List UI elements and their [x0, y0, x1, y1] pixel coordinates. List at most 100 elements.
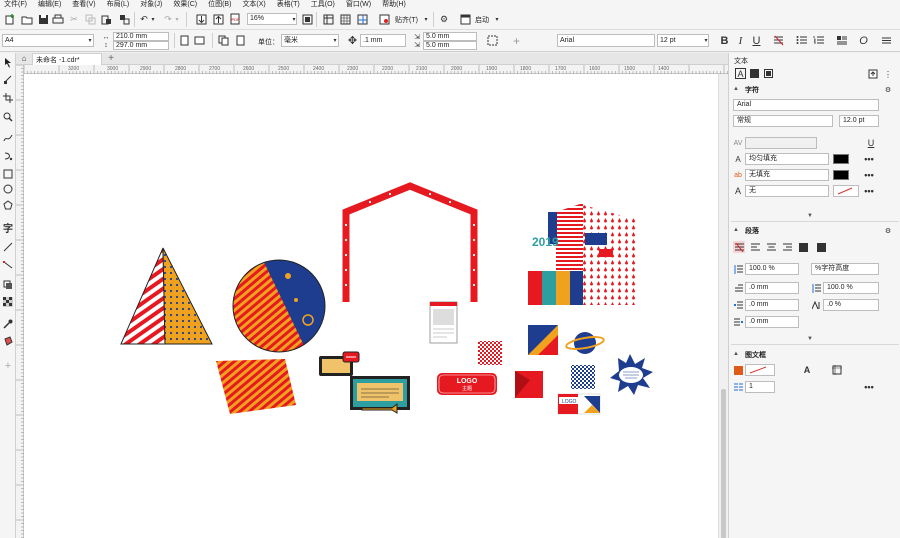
page-size-dropdown-icon[interactable]: ▾ [86, 35, 94, 46]
zoom-tool-icon[interactable] [0, 110, 16, 124]
house-pattern-composition[interactable]: 2019 [528, 203, 638, 305]
frame-more-icon[interactable]: ••• [863, 381, 875, 393]
smart-drawing-tool-icon[interactable] [0, 149, 16, 163]
frame-resize-icon[interactable] [831, 364, 843, 376]
page-height-field[interactable]: 297.0 mm [113, 41, 169, 50]
options-gear-icon[interactable]: ⚙ [437, 12, 451, 26]
align-center-icon[interactable] [765, 241, 777, 253]
home-icon[interactable]: ⌂ [18, 53, 30, 64]
fill-color-swatch[interactable] [833, 154, 849, 164]
char-spacing-field[interactable]: .0 % [823, 299, 879, 311]
left-indent-field[interactable]: .0 mm [745, 299, 799, 311]
poster-mockup[interactable] [429, 301, 458, 344]
add-page-icon[interactable]: + [510, 34, 523, 48]
full-screen-icon[interactable] [300, 12, 314, 26]
menu-edit[interactable]: 编辑(E) [38, 0, 61, 9]
background-fill-field[interactable]: 无填充 [745, 169, 829, 181]
navy-check-square[interactable] [571, 365, 595, 389]
page-size-select[interactable]: A4 [2, 34, 94, 47]
eyedropper-tool-icon[interactable] [0, 317, 16, 331]
striped-circle[interactable] [230, 258, 330, 358]
red-check-square[interactable] [478, 341, 502, 365]
document-tab[interactable]: 未命名 -1.cdr* [32, 53, 102, 65]
shape-tool-icon[interactable] [0, 72, 16, 86]
landscape-icon[interactable] [193, 34, 206, 47]
speech-burst[interactable] [610, 354, 653, 395]
redo-dropdown-icon[interactable]: ▾ [173, 12, 181, 26]
first-indent-field[interactable]: .0 mm [745, 282, 799, 294]
before-paragraph-field[interactable]: 100.0 % [823, 282, 879, 294]
bold-icon[interactable]: B [718, 34, 731, 47]
menu-bitmap[interactable]: 位图(B) [208, 0, 231, 9]
right-indent-field[interactable]: .0 mm [745, 316, 799, 328]
new-document-icon[interactable] [3, 12, 17, 26]
copy-icon[interactable] [83, 12, 97, 26]
menu-window[interactable]: 窗口(W) [346, 0, 371, 9]
logo-button[interactable]: LOGO 主题 [437, 373, 497, 395]
outline-field[interactable]: 无 [745, 185, 829, 197]
no-align-icon[interactable] [733, 241, 745, 253]
menu-view[interactable]: 查看(V) [72, 0, 95, 9]
paragraph-panel-icon[interactable] [749, 68, 760, 79]
docker-size-field[interactable]: 12.0 pt [839, 115, 879, 127]
zoom-dropdown-icon[interactable]: ▾ [290, 13, 298, 25]
all-pages-icon[interactable] [217, 34, 230, 47]
cut-icon[interactable]: ✂ [67, 12, 81, 26]
expand-paragraph-icon[interactable]: ▼ [807, 336, 813, 342]
underline-icon[interactable]: U [750, 34, 763, 47]
retro-sign-top[interactable] [319, 351, 360, 376]
add-tool-icon[interactable]: + [0, 359, 16, 373]
open-folder-icon[interactable] [20, 12, 34, 26]
duplicate-y-field[interactable]: 5.0 mm [423, 41, 477, 50]
polygon-tool-icon[interactable] [0, 198, 16, 212]
paste-special-icon[interactable] [117, 12, 131, 26]
font-family-select[interactable]: Arial [557, 34, 655, 47]
current-page-icon[interactable] [234, 34, 247, 47]
undo-dropdown-icon[interactable]: ▾ [149, 12, 157, 26]
menu-object[interactable]: 对象(J) [140, 0, 162, 9]
character-panel-icon[interactable]: A [735, 68, 746, 79]
background-color-swatch[interactable] [833, 170, 849, 180]
import-icon[interactable] [194, 12, 208, 26]
show-grid-icon[interactable] [338, 12, 352, 26]
text-tool-icon[interactable]: 字 [0, 220, 16, 235]
expand-character-icon[interactable]: ▼ [807, 213, 813, 219]
frame-fill-swatch[interactable] [745, 364, 775, 376]
show-rulers-icon[interactable] [321, 12, 335, 26]
page-width-field[interactable]: 210.0 mm [113, 32, 169, 41]
line-spacing-field[interactable]: 100.0 % [745, 263, 799, 275]
background-more-icon[interactable]: ••• [863, 169, 875, 181]
scrollbar-thumb[interactable] [721, 389, 726, 538]
numbered-list-icon[interactable] [812, 34, 825, 47]
pick-tool-icon[interactable] [0, 55, 16, 69]
new-tab-icon[interactable]: + [106, 53, 116, 64]
spacing-mode-select[interactable]: %字符高度 [811, 263, 879, 275]
show-guidelines-icon[interactable] [355, 12, 369, 26]
kerning-field[interactable] [745, 137, 817, 149]
red-square[interactable] [515, 371, 543, 398]
portrait-icon[interactable] [178, 34, 191, 47]
connector-tool-icon[interactable] [0, 258, 16, 272]
page-frame-icon[interactable] [486, 34, 499, 47]
docker-style-field[interactable]: 常规 [733, 115, 833, 127]
nudge-distance-field[interactable]: .1 mm [360, 34, 406, 47]
menu-tools[interactable]: 工具(O) [311, 0, 335, 9]
bullet-list-icon[interactable] [795, 34, 808, 47]
interactive-fill-tool-icon[interactable] [0, 334, 16, 348]
force-justify-icon[interactable] [815, 241, 827, 253]
horizontal-ruler[interactable]: 3200 3000 2900 2800 2700 2600 2500 2400 … [24, 65, 728, 74]
drawing-canvas[interactable]: 2019 LOGO LOGO 主题 [24, 74, 718, 538]
columns-field[interactable]: 1 [745, 381, 775, 393]
freehand-tool-icon[interactable] [0, 131, 16, 145]
character-settings-icon[interactable]: ⚙ [883, 85, 893, 94]
outline-more-icon[interactable]: ••• [863, 185, 875, 197]
no-alignment-icon[interactable] [772, 34, 785, 47]
crop-tool-icon[interactable] [0, 91, 16, 105]
striped-parallelogram[interactable] [216, 359, 296, 414]
house-frame[interactable] [342, 182, 478, 302]
parallel-dimension-tool-icon[interactable] [0, 240, 16, 254]
striped-triangle[interactable] [120, 247, 213, 345]
print-icon[interactable] [51, 12, 65, 26]
frame-text-icon[interactable]: A [801, 364, 813, 376]
collapse-frame-icon[interactable]: ▲ [733, 351, 739, 357]
